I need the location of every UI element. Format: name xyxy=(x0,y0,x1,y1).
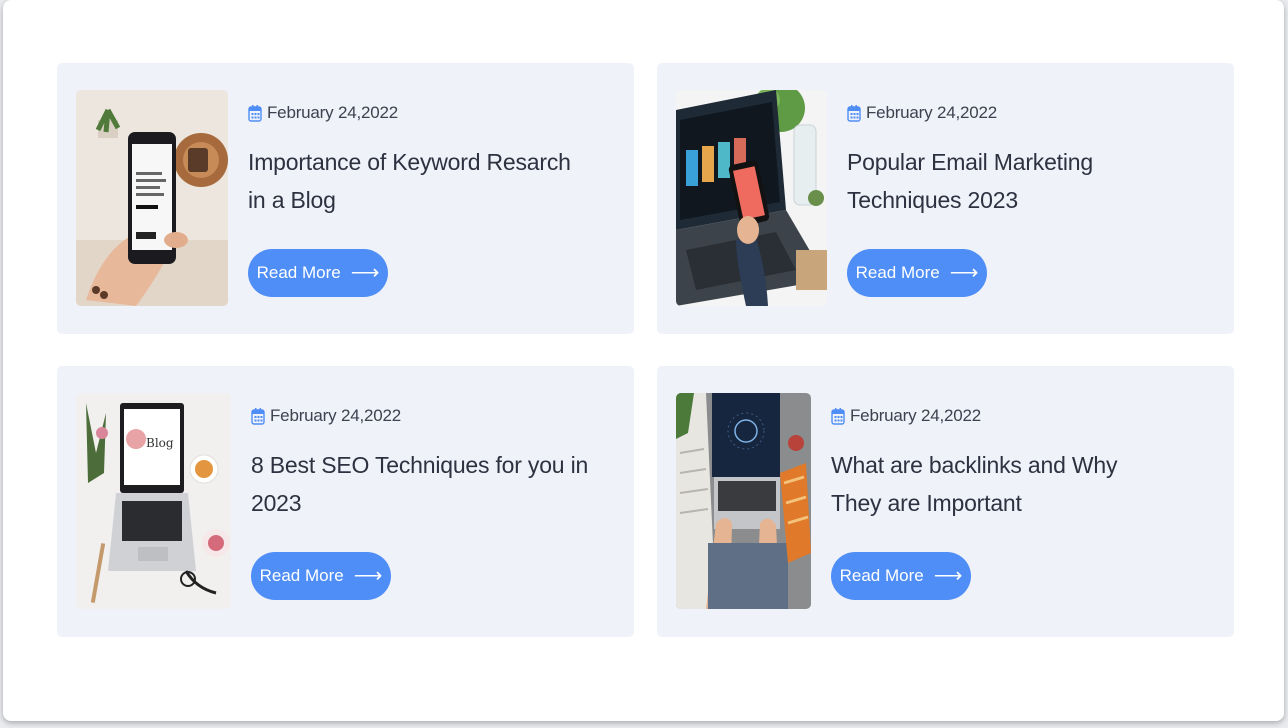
read-more-button[interactable]: Read More ⟶ xyxy=(251,552,391,600)
post-thumbnail[interactable] xyxy=(676,90,827,306)
post-content: February 24,2022 What are backlinks and … xyxy=(831,404,1171,522)
post-thumbnail[interactable] xyxy=(676,393,811,609)
post-title[interactable]: Importance of Keyword Resarch in a Blog xyxy=(248,143,588,219)
post-content: February 24,2022 Importance of Keyword R… xyxy=(248,101,588,219)
post-content: February 24,2022 8 Best SEO Techniques f… xyxy=(251,404,591,522)
calendar-icon xyxy=(251,407,265,425)
post-date: February 24,2022 xyxy=(248,101,588,125)
read-more-label: Read More xyxy=(259,566,344,585)
read-more-button[interactable]: Read More ⟶ xyxy=(248,249,388,297)
read-more-button[interactable]: Read More ⟶ xyxy=(831,552,971,600)
arrow-right-icon: ⟶ xyxy=(353,565,383,587)
post-date-text: February 24,2022 xyxy=(270,406,401,425)
post-title[interactable]: 8 Best SEO Techniques for you in 2023 xyxy=(251,446,591,522)
post-thumbnail[interactable] xyxy=(76,90,228,306)
blog-card: February 24,2022 Importance of Keyword R… xyxy=(57,63,634,334)
blog-section: February 24,2022 Importance of Keyword R… xyxy=(3,0,1284,721)
calendar-icon xyxy=(831,407,845,425)
post-date: February 24,2022 xyxy=(847,101,1187,125)
post-date: February 24,2022 xyxy=(251,404,591,428)
arrow-right-icon: ⟶ xyxy=(350,262,380,284)
calendar-icon xyxy=(248,104,262,122)
read-more-label: Read More xyxy=(839,566,924,585)
svg-text:Blog: Blog xyxy=(146,436,174,450)
blog-card: February 24,2022 What are backlinks and … xyxy=(657,366,1234,637)
blog-card: February 24,2022 Popular Email Marketing… xyxy=(657,63,1234,334)
post-title[interactable]: What are backlinks and Why They are Impo… xyxy=(831,446,1171,522)
post-date-text: February 24,2022 xyxy=(267,103,398,122)
post-thumbnail[interactable]: Blog xyxy=(76,393,231,609)
read-more-label: Read More xyxy=(855,263,940,282)
blog-card: Blog February 24,2022 8 Best SEO Techniq… xyxy=(57,366,634,637)
arrow-right-icon: ⟶ xyxy=(933,565,963,587)
read-more-button[interactable]: Read More ⟶ xyxy=(847,249,987,297)
arrow-right-icon: ⟶ xyxy=(949,262,979,284)
read-more-label: Read More xyxy=(256,263,341,282)
post-title[interactable]: Popular Email Marketing Techniques 2023 xyxy=(847,143,1187,219)
post-date: February 24,2022 xyxy=(831,404,1171,428)
post-content: February 24,2022 Popular Email Marketing… xyxy=(847,101,1187,219)
post-date-text: February 24,2022 xyxy=(850,406,981,425)
post-date-text: February 24,2022 xyxy=(866,103,997,122)
calendar-icon xyxy=(847,104,861,122)
